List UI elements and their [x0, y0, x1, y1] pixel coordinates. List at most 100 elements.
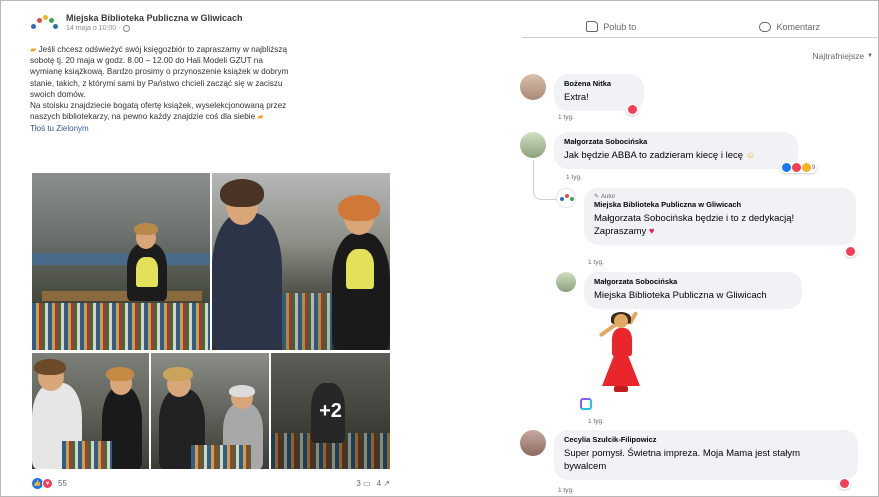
see-translation-link[interactable]: Tłoś tu Zielonym: [30, 123, 384, 134]
comment-bubble: Cecylia Szulcik-Filipowicz Super pomysł.…: [554, 430, 858, 480]
comment-text-content: Jak będzie ABBA to zadzieram kiecę i lec…: [564, 150, 744, 161]
comment-reactions[interactable]: [838, 478, 851, 489]
comment-bubble: ✎ Autor Miejska Biblioteka Publiczna w Gl…: [584, 188, 856, 245]
post-footer: 👍 ♥ 55 3 ▭ 4 ↗: [32, 478, 390, 489]
avatar[interactable]: [556, 272, 576, 292]
comment-text: Miejska Biblioteka Publiczna w Gliwicach: [594, 290, 767, 301]
comment-bubble: Małgorzata Sobocińska Jak będzie ABBA to…: [554, 132, 818, 173]
photo-5-more[interactable]: +2: [271, 353, 390, 469]
comments-count: 3: [356, 479, 361, 488]
post-body: ▰ Jeśli chcesz odświeżyć swój księgozbió…: [30, 44, 392, 135]
laughing-emoji-icon: ☺: [745, 150, 756, 161]
comment-sort-dropdown[interactable]: Najtrafniejsze ▼: [813, 51, 873, 61]
sort-label: Najtrafniejsze: [812, 51, 865, 61]
facebook-post: Miejska Biblioteka Publiczna w Gliwicach…: [30, 8, 392, 494]
comment-author[interactable]: Bożena Nitka: [564, 79, 634, 88]
share-small-icon: ↗: [383, 479, 390, 488]
comment-text: Jak będzie ABBA to zadzieram kiecę i lec…: [564, 149, 788, 162]
photo-grid: +2: [30, 173, 390, 469]
photo-2[interactable]: [212, 173, 390, 350]
like-button-label: Polub to: [603, 21, 637, 32]
shares-count: 4: [376, 479, 382, 488]
globe-icon: [123, 24, 131, 32]
post-line-7: naszych bibliotekarzy, na pewno każdy zn…: [30, 112, 256, 122]
comment-bubble: Bożena Nitka Extra!: [554, 74, 644, 115]
sticker-part: [602, 352, 640, 386]
love-reaction-icon: [846, 247, 855, 256]
comment-text: Super pomysł. Świetna impreza. Moja Mama…: [564, 447, 848, 473]
comment-2: Małgorzata Sobocińska Jak będzie ABBA to…: [520, 132, 818, 173]
comment-time[interactable]: 1 tyg.: [558, 114, 574, 121]
love-reaction-icon: ♥: [42, 478, 53, 489]
chevron-down-icon: ▼: [867, 53, 873, 59]
comment-text-line-2: bywalcem: [564, 461, 607, 472]
shares-count-link[interactable]: 4 ↗: [377, 479, 390, 488]
reply-2: Małgorzata Sobocińska Miejska Biblioteka…: [556, 272, 802, 309]
comment-time[interactable]: 1 tyg.: [566, 174, 582, 181]
comment-text-line-2-content: Zapraszamy: [594, 226, 647, 237]
avatar[interactable]: [520, 132, 546, 158]
book-emoji-icon: ▰: [257, 112, 264, 122]
like-reaction-icon: [782, 163, 791, 172]
comment-time[interactable]: 1 tyg.: [558, 487, 574, 494]
comment-author[interactable]: Miejska Biblioteka Publiczna w Gliwicach: [594, 200, 846, 209]
post-line-2: sobotę tj. 20 maja w godz. 8.00 – 12.00 …: [30, 56, 263, 66]
comment-reactions[interactable]: [844, 246, 857, 257]
comment-reactions[interactable]: 9: [780, 162, 818, 173]
love-reaction-icon: [792, 163, 801, 172]
reply-thread-line: [533, 160, 557, 200]
like-button[interactable]: Polub to: [522, 21, 701, 32]
comment-author[interactable]: Małgorzata Sobocińska: [564, 137, 788, 146]
comment-1: Bożena Nitka Extra!: [520, 74, 644, 115]
comment-text-line-2: Zapraszamy ♥: [594, 225, 846, 238]
post-line-6: Na stoisku znajdziecie bogatą ofertę ksi…: [30, 101, 287, 111]
comment-author[interactable]: Małgorzata Sobocińska: [594, 277, 792, 286]
sticker-part: [614, 314, 628, 328]
dancing-woman-sticker[interactable]: [598, 310, 644, 394]
reply-1: ✎ Autor Miejska Biblioteka Publiczna w Gl…: [556, 188, 856, 245]
love-reaction-icon: [840, 479, 849, 488]
comment-time[interactable]: 1 tyg.: [588, 259, 604, 266]
comment-bubble: Małgorzata Sobocińska Miejska Biblioteka…: [584, 272, 802, 309]
comment-3: Cecylia Szulcik-Filipowicz Super pomysł.…: [520, 430, 858, 480]
thumbs-up-icon: [586, 21, 599, 32]
photo-3[interactable]: [32, 353, 149, 469]
comment-small-icon: ▭: [363, 479, 371, 488]
post-line-3: wymianę książkową. Bardzo prosimy o przy…: [30, 67, 289, 77]
comment-text-line-1: Małgorzata Sobocińska będzie i to z dedy…: [594, 213, 795, 224]
library-logo[interactable]: [30, 10, 58, 34]
comment-time[interactable]: 1 tyg.: [588, 418, 604, 425]
photo-1[interactable]: [32, 173, 210, 350]
speech-bubble-icon: [759, 21, 772, 32]
more-photos-count: +2: [319, 399, 342, 422]
sticker-part: [614, 386, 628, 392]
avatar[interactable]: [520, 430, 546, 456]
sticker-part: [612, 328, 632, 356]
comment-author[interactable]: Cecylia Szulcik-Filipowicz: [564, 435, 848, 444]
comment-button[interactable]: Komentarz: [701, 21, 879, 32]
page-name-link[interactable]: Miejska Biblioteka Publiczna w Gliwicach: [66, 13, 243, 23]
post-line-4: stanie, takich, z którymi sami by Państw…: [30, 78, 283, 88]
reaction-summary[interactable]: 👍 ♥ 55: [32, 478, 67, 489]
haha-reaction-icon: [802, 163, 811, 172]
pencil-icon: ✎: [594, 194, 600, 200]
author-badge-label: Autor: [601, 193, 616, 200]
book-emoji-icon: ▰: [30, 45, 39, 54]
love-reaction-icon: [628, 105, 637, 114]
post-action-bar: Polub to Komentarz: [522, 16, 879, 38]
heart-emoji-icon: ♥: [648, 226, 655, 237]
comments-count-link[interactable]: 3 ▭: [356, 479, 370, 488]
author-badge: ✎ Autor: [594, 193, 846, 201]
reaction-count: 55: [58, 479, 67, 488]
photo-4[interactable]: [151, 353, 269, 469]
library-logo-avatar[interactable]: [556, 188, 576, 208]
gif-provider-icon: [580, 398, 592, 410]
comment-reaction-count: 9: [812, 164, 816, 171]
post-line-1: Jeśli chcesz odświeżyć swój księgozbiór …: [38, 45, 288, 54]
comment-reactions[interactable]: [626, 104, 639, 115]
comment-text: Extra!: [564, 92, 589, 103]
avatar[interactable]: [520, 74, 546, 100]
comment-text: Małgorzata Sobocińska będzie i to z dedy…: [594, 212, 846, 238]
post-timestamp[interactable]: 14 maja o 10:00 ·: [66, 24, 243, 32]
engagement-counts: 3 ▭ 4 ↗: [356, 479, 390, 488]
